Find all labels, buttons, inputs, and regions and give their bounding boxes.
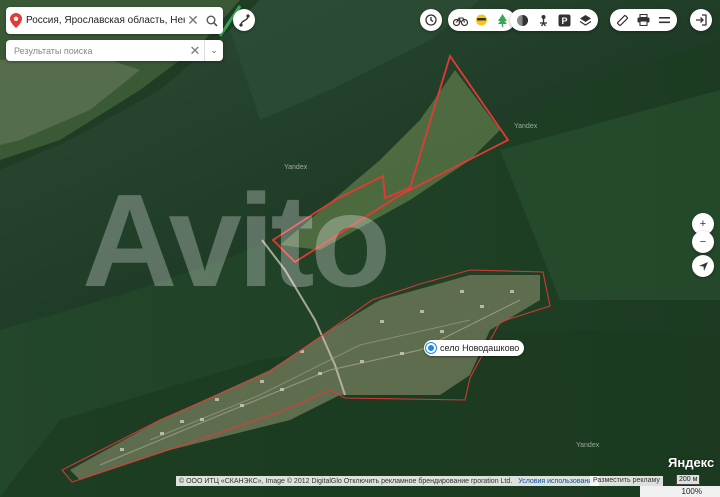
zoom-out-icon[interactable]: −	[692, 231, 714, 253]
login-icon[interactable]	[690, 9, 712, 31]
layers-icon[interactable]	[577, 12, 594, 29]
browser-zoom-indicator[interactable]: 100%	[640, 486, 720, 497]
menu-icon[interactable]	[656, 12, 673, 29]
ads-link[interactable]: Разместить рекламу	[590, 476, 663, 486]
search-bar[interactable]: Россия, Ярославская область, Некрасов ✕	[6, 7, 223, 34]
traffic-icon[interactable]	[473, 12, 490, 29]
clear-icon[interactable]: ✕	[186, 43, 204, 59]
history-icon[interactable]	[420, 9, 442, 31]
map-modes-group: P	[510, 9, 598, 31]
print-icon[interactable]	[635, 12, 652, 29]
park-icon[interactable]	[494, 12, 511, 29]
tools-group	[610, 9, 677, 31]
panorama-icon[interactable]	[514, 12, 531, 29]
clear-icon[interactable]: ✕	[185, 12, 201, 29]
search-input[interactable]: Россия, Ярославская область, Некрасов	[26, 15, 185, 26]
zoom-label: 100%	[681, 487, 702, 496]
chevron-down-icon[interactable]: ⌄	[204, 40, 223, 61]
attribution-text: © ООО ИТЦ «СКАНЭКС», Image © 2012 Digita…	[179, 477, 513, 485]
search-results-dropdown[interactable]: Результаты поиска ✕ ⌄	[6, 40, 223, 61]
route-icon[interactable]	[233, 9, 255, 31]
map-watermark: Yandex	[284, 164, 308, 171]
avito-watermark: Avito	[82, 167, 391, 314]
parking-icon[interactable]: P	[556, 12, 573, 29]
terms-link[interactable]: Условия использования	[518, 478, 596, 485]
map-watermark: Yandex	[576, 442, 600, 449]
search-icon[interactable]	[201, 15, 223, 27]
attribution: © ООО ИТЦ «СКАНЭКС», Image © 2012 Digita…	[176, 476, 599, 486]
svg-text:P: P	[561, 16, 567, 26]
scale-bar: 200 м	[676, 475, 701, 485]
results-label: Результаты поиска	[14, 45, 93, 56]
map-watermark: Yandex	[514, 123, 538, 130]
bike-icon[interactable]	[452, 12, 469, 29]
location-pin-icon	[6, 13, 26, 28]
yandex-logo[interactable]: Яндекс	[668, 455, 714, 470]
place-name: село Новодашково	[440, 343, 520, 353]
ruler-icon[interactable]	[614, 12, 631, 29]
transit-icon[interactable]	[535, 12, 552, 29]
place-label[interactable]: село Новодашково	[424, 340, 525, 356]
geolocation-icon[interactable]	[692, 255, 714, 277]
place-marker-icon	[426, 343, 436, 353]
layers-toggle-group	[448, 9, 515, 31]
